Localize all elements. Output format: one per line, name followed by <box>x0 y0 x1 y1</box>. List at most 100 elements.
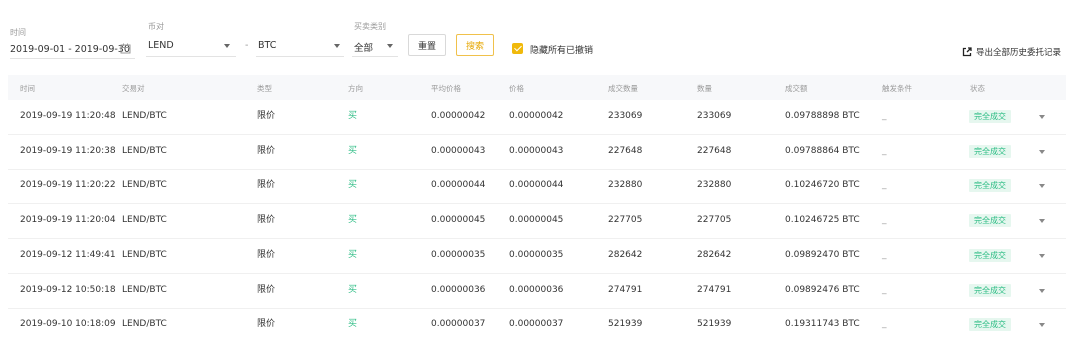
cell-side: 买 <box>348 284 358 295</box>
date-range-input[interactable]: 2019-09-01 - 2019-09-30 <box>10 44 130 55</box>
cell-filled-qty: 274791 <box>608 284 643 295</box>
cell-pair: LEND/BTC <box>122 249 167 260</box>
cell-qty: 274791 <box>697 284 732 295</box>
cell-filled-qty: 227705 <box>608 215 643 226</box>
cell-amount: 0.09892476 BTC <box>785 284 860 295</box>
cell-qty: 227705 <box>697 215 732 226</box>
cell-avg-price: 0.00000035 <box>431 249 486 260</box>
cell-filled-qty: 233069 <box>608 111 643 121</box>
cell-price: 0.00000045 <box>509 215 564 226</box>
side-chevron-down-icon[interactable] <box>387 44 393 48</box>
base-coin-select[interactable]: LEND <box>148 40 174 51</box>
cell-time: 2019-09-12 11:49:41 <box>20 249 116 260</box>
base-coin-chevron-down-icon[interactable] <box>224 44 230 48</box>
cell-avg-price: 0.00000044 <box>431 180 486 191</box>
cell-avg-price: 0.00000043 <box>431 145 486 156</box>
cell-amount: 0.19311743 BTC <box>785 319 860 330</box>
hide-cancelled-checkbox[interactable] <box>512 43 523 54</box>
cell-type: 限价 <box>257 319 276 330</box>
col-status-header: 状态 <box>970 84 985 93</box>
cell-amount: 0.09892470 BTC <box>785 249 860 260</box>
cell-pair: LEND/BTC <box>122 180 167 191</box>
time-label: 时间 <box>10 28 26 37</box>
cell-type: 限价 <box>257 180 276 191</box>
export-label: 导出全部历史委托记录 <box>976 48 1062 58</box>
cell-time: 2019-09-19 11:20:38 <box>20 145 116 156</box>
export-history-link[interactable]: 导出全部历史委托记录 <box>962 46 1061 58</box>
export-icon <box>962 47 972 57</box>
cell-trigger: _ <box>882 319 887 330</box>
cell-amount: 0.09788898 BTC <box>785 111 860 121</box>
cell-price: 0.00000042 <box>509 111 564 121</box>
cell-trigger: _ <box>882 249 887 260</box>
cell-qty: 233069 <box>697 111 732 121</box>
expand-chevron-down-icon[interactable] <box>1039 219 1045 224</box>
cell-price: 0.00000044 <box>509 180 564 191</box>
col-filled-qty-header: 成交数量 <box>608 84 638 93</box>
cell-side: 买 <box>348 111 358 121</box>
cell-amount: 0.09788864 BTC <box>785 145 860 156</box>
expand-chevron-down-icon[interactable] <box>1039 115 1045 119</box>
cell-type: 限价 <box>257 111 276 121</box>
cell-side: 买 <box>348 215 358 226</box>
expand-chevron-down-icon[interactable] <box>1039 149 1045 154</box>
quote-coin-chevron-down-icon[interactable] <box>334 44 340 48</box>
expand-chevron-down-icon[interactable] <box>1039 323 1045 328</box>
expand-chevron-down-icon[interactable] <box>1039 288 1045 293</box>
quote-coin-underline <box>256 56 344 57</box>
col-amount-header: 成交额 <box>785 84 808 93</box>
cell-filled-qty: 232880 <box>608 180 643 191</box>
cell-type: 限价 <box>257 215 276 226</box>
col-time-header: 时间 <box>20 84 35 93</box>
cell-price: 0.00000037 <box>509 319 564 330</box>
expand-chevron-down-icon[interactable] <box>1039 184 1045 189</box>
side-underline <box>352 56 398 57</box>
col-trigger-header: 触发条件 <box>882 84 912 93</box>
status-badge: 完全成交 <box>969 144 1011 158</box>
cell-side: 买 <box>348 180 358 191</box>
cell-type: 限价 <box>257 249 276 260</box>
cell-time: 2019-09-19 11:20:22 <box>20 180 116 191</box>
cell-trigger: _ <box>882 284 887 295</box>
side-label: 买卖类别 <box>354 22 386 31</box>
search-button[interactable]: 搜索 <box>456 34 494 56</box>
cell-time: 2019-09-19 11:20:04 <box>20 215 116 226</box>
cell-price: 0.00000035 <box>509 249 564 260</box>
cell-pair: LEND/BTC <box>122 319 167 330</box>
cell-qty: 227648 <box>697 145 732 156</box>
cell-qty: 232880 <box>697 180 732 191</box>
col-pair-header: 交易对 <box>122 84 145 93</box>
cell-pair: LEND/BTC <box>122 111 167 121</box>
cell-price: 0.00000036 <box>509 284 564 295</box>
cell-filled-qty: 282642 <box>608 249 643 260</box>
cell-type: 限价 <box>257 145 276 156</box>
hide-cancelled-label[interactable]: 隐藏所有已撤销 <box>530 43 593 56</box>
reset-button[interactable]: 重置 <box>408 34 446 56</box>
cell-amount: 0.10246720 BTC <box>785 180 860 191</box>
cell-pair: LEND/BTC <box>122 145 167 156</box>
expand-chevron-down-icon[interactable] <box>1039 253 1045 258</box>
cell-side: 买 <box>348 249 358 260</box>
cell-avg-price: 0.00000036 <box>431 284 486 295</box>
cell-avg-price: 0.00000037 <box>431 319 486 330</box>
status-badge: 完全成交 <box>969 283 1011 297</box>
cell-filled-qty: 521939 <box>608 319 643 330</box>
date-range-underline <box>10 58 135 59</box>
cell-qty: 521939 <box>697 319 732 330</box>
cell-side: 买 <box>348 145 358 156</box>
cell-time: 2019-09-19 11:20:48 <box>20 111 116 121</box>
cell-qty: 282642 <box>697 249 732 260</box>
base-coin-underline <box>146 56 236 57</box>
cell-avg-price: 0.00000042 <box>431 111 486 121</box>
side-select[interactable]: 全部 <box>354 40 373 54</box>
cell-pair: LEND/BTC <box>122 215 167 226</box>
col-type-header: 类型 <box>257 84 272 93</box>
status-badge: 完全成交 <box>969 110 1011 123</box>
col-price-header: 价格 <box>509 84 524 93</box>
quote-coin-select[interactable]: BTC <box>258 40 276 51</box>
calendar-icon[interactable] <box>120 43 131 54</box>
status-badge: 完全成交 <box>969 214 1011 228</box>
status-badge: 完全成交 <box>969 179 1011 193</box>
cell-price: 0.00000043 <box>509 145 564 156</box>
cell-pair: LEND/BTC <box>122 284 167 295</box>
